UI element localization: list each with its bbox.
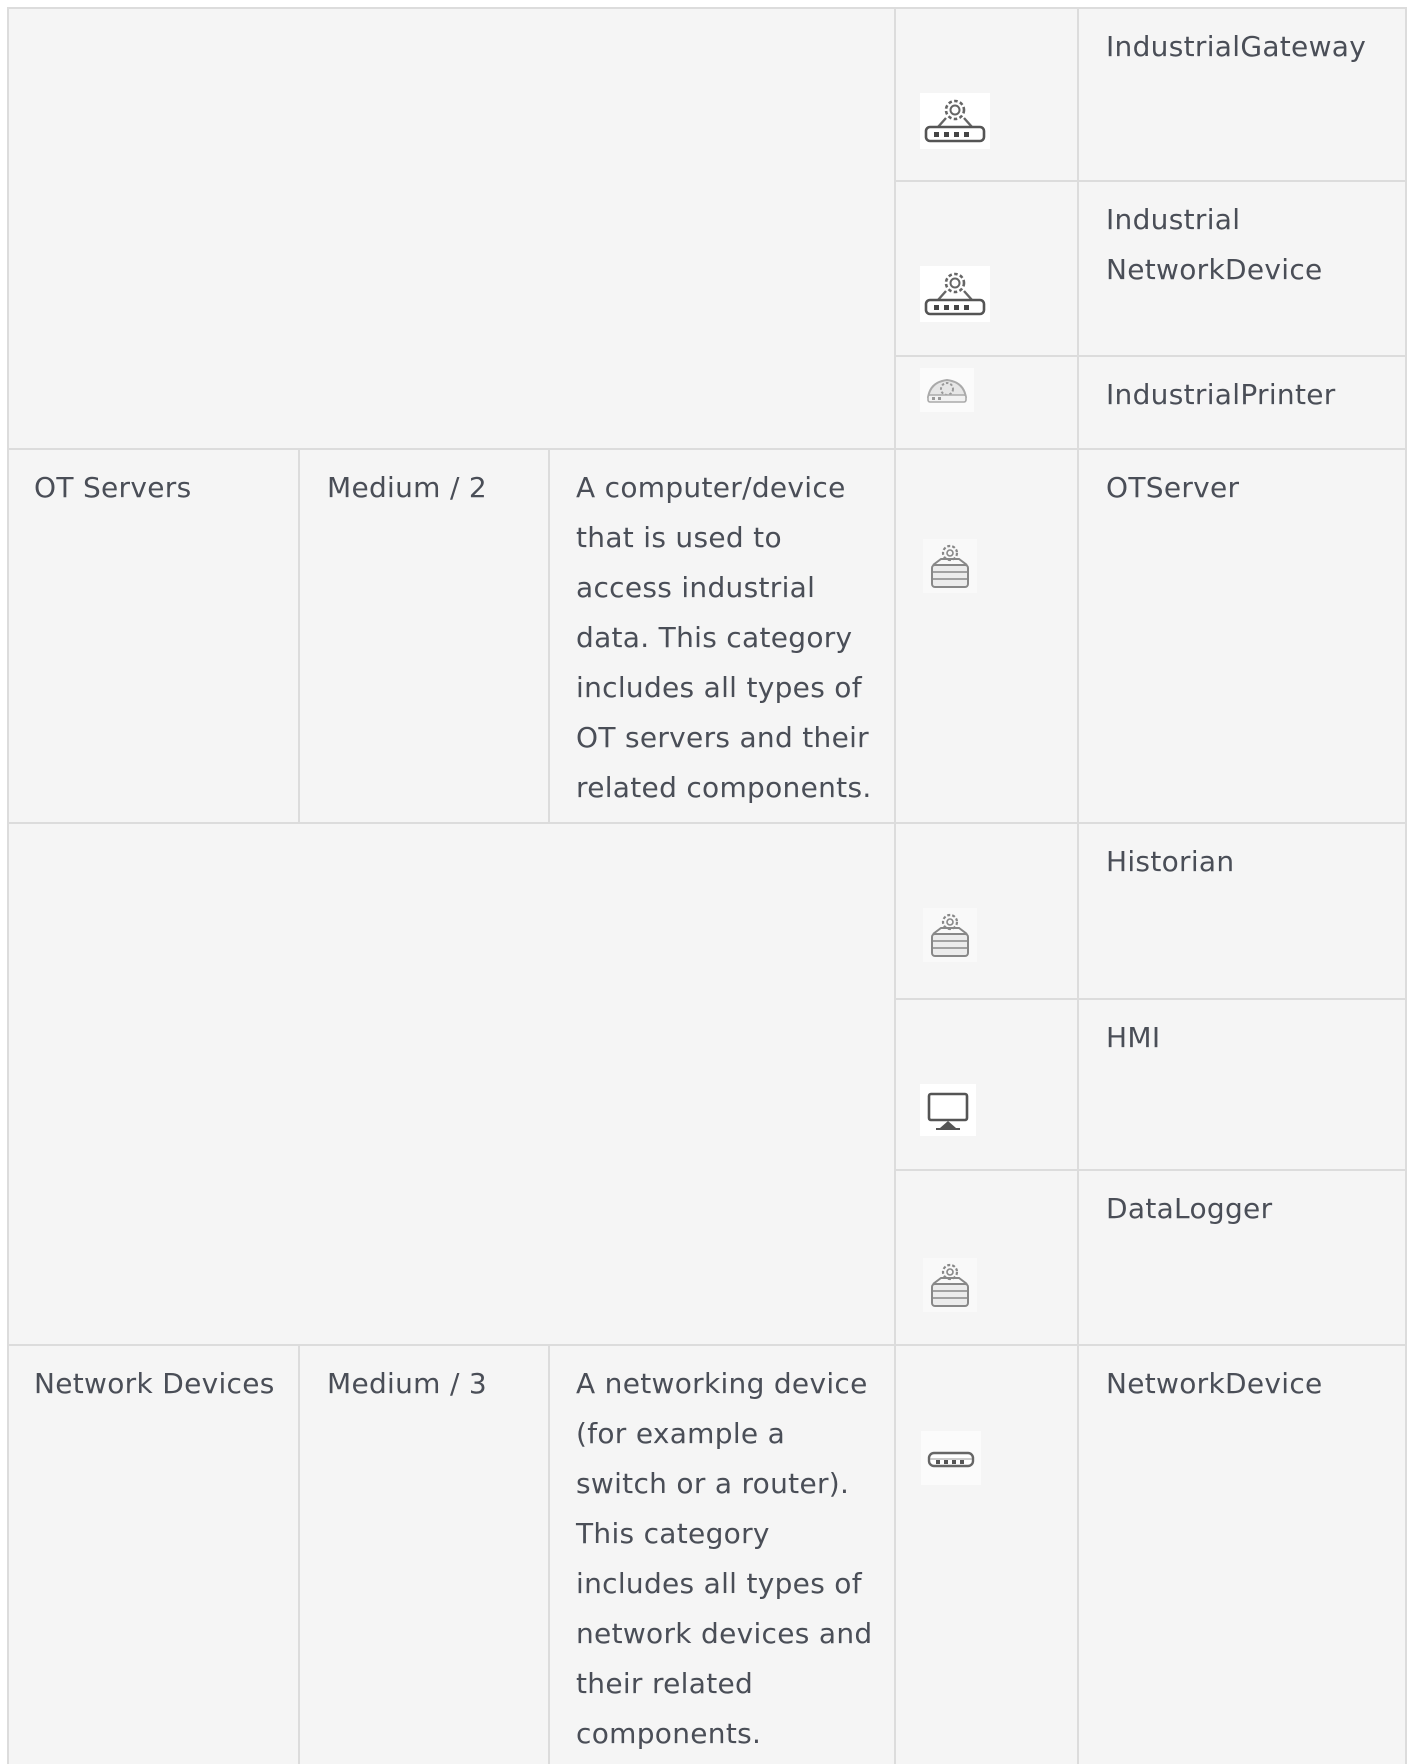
table-cell [895,1345,1078,1764]
table-border [8,822,1406,824]
gear-server-icon [923,539,977,593]
table-cell: Medium / 3 [299,1345,549,1764]
table-cell: HMI [1078,999,1406,1170]
table-cell [895,1170,1078,1345]
table-cell: A networking device (for example a switc… [549,1345,895,1764]
table-border [895,998,1406,1000]
device-category-table: IndustrialGateway Industrial NetworkDevi… [0,0,1411,1764]
industrial-printer-icon [920,368,974,412]
table-border [7,7,9,1764]
table-border [895,355,1406,357]
table-cell: Industrial NetworkDevice [1078,181,1406,356]
table-border [298,449,300,823]
table-border [1077,7,1079,1764]
monitor-icon [920,1084,976,1136]
table-cell: NetworkDevice [1078,1345,1406,1764]
category-description: A networking device (for example a switc… [576,1367,873,1750]
table-cell [895,181,1078,356]
category-name: OT Servers [34,471,192,504]
table-cell [8,823,895,1345]
category-description: A computer/device that is used to access… [576,471,872,804]
table-cell: Medium / 2 [299,449,549,823]
table-cell: IndustrialGateway [1078,8,1406,181]
table-border [1405,7,1407,1764]
table-border [8,448,1406,450]
table-cell [895,823,1078,999]
gear-server-icon [923,908,977,962]
table-cell: OT Servers [8,449,299,823]
table-border [548,449,550,823]
risk-level: Medium / 3 [327,1367,488,1400]
table-cell: A computer/device that is used to access… [549,449,895,823]
device-type-name: Industrial NetworkDevice [1106,203,1323,286]
device-type-name: IndustrialPrinter [1106,378,1336,411]
table-border [8,1344,1406,1346]
table-cell [895,999,1078,1170]
table-cell [8,8,895,449]
table-border [548,1345,550,1764]
table-cell: Historian [1078,823,1406,999]
device-type-name: IndustrialGateway [1106,30,1367,63]
table-border [894,7,896,1764]
gear-router-icon [920,93,990,149]
risk-level: Medium / 2 [327,471,488,504]
gear-server-icon [923,1258,977,1312]
device-type-name: Historian [1106,845,1235,878]
table-cell: Network Devices [8,1345,299,1764]
table-cell: OTServer [1078,449,1406,823]
table-border [298,1345,300,1764]
device-type-name: OTServer [1106,471,1240,504]
table-cell: IndustrialPrinter [1078,356,1406,449]
table-cell [895,356,1078,449]
table-border [8,7,1406,9]
network-switch-icon [921,1431,981,1485]
device-type-name: DataLogger [1106,1192,1273,1225]
device-type-name: NetworkDevice [1106,1367,1323,1400]
table-cell: DataLogger [1078,1170,1406,1345]
table-border [895,1169,1406,1171]
category-name: Network Devices [34,1367,275,1400]
gear-router-icon [920,266,990,322]
table-cell [895,449,1078,823]
device-type-name: HMI [1106,1021,1161,1054]
table-border [895,180,1406,182]
table-cell [895,8,1078,181]
